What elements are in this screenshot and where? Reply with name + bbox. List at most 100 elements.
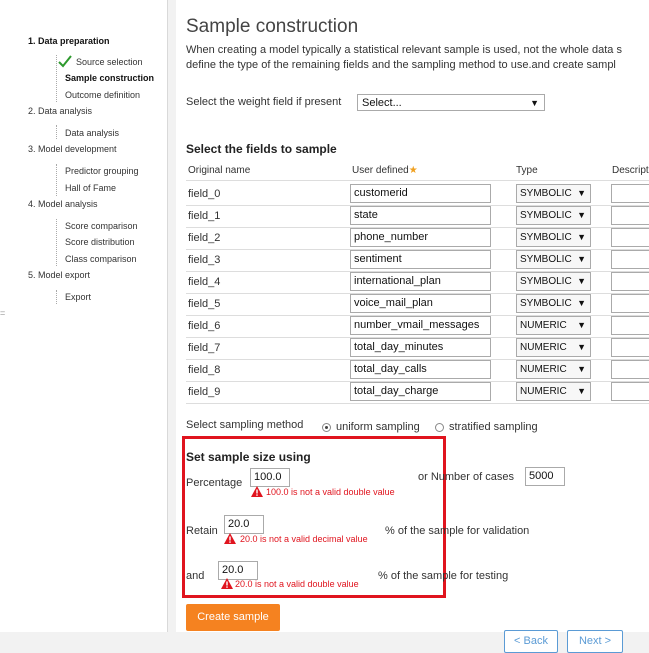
description-input[interactable] [611, 316, 649, 335]
description-input[interactable] [611, 360, 649, 379]
user-defined-input[interactable]: voice_mail_plan [350, 294, 491, 313]
step-class-comparison[interactable]: Class comparison [65, 254, 137, 264]
original-name-cell: field_2 [188, 232, 221, 244]
retain-label: Retain [186, 525, 218, 537]
type-value: SYMBOLIC [520, 254, 572, 265]
dropdown-arrow-icon: ▼ [577, 210, 586, 220]
description-input[interactable] [611, 228, 649, 247]
weight-field-label: Select the weight field if present [186, 96, 342, 108]
type-value: NUMERIC [520, 364, 567, 375]
original-name-cell: field_0 [188, 188, 221, 200]
column-description: Descript [612, 165, 649, 176]
retain-error: 20.0 is not a valid decimal value [240, 534, 368, 544]
original-name-cell: field_7 [188, 342, 221, 354]
user-defined-input[interactable]: international_plan [350, 272, 491, 291]
type-value: SYMBOLIC [520, 232, 572, 243]
type-select[interactable]: SYMBOLIC ▼ [516, 184, 591, 203]
sampling-method-label: Select sampling method [186, 419, 304, 431]
description-input[interactable] [611, 206, 649, 225]
step-predictor-grouping[interactable]: Predictor grouping [65, 166, 139, 176]
type-select[interactable]: SYMBOLIC ▼ [516, 294, 591, 313]
original-name-cell: field_9 [188, 386, 221, 398]
step-score-comparison[interactable]: Score comparison [65, 221, 138, 231]
description-input[interactable] [611, 184, 649, 203]
page-title: Sample construction [186, 16, 359, 37]
column-original-name: Original name [188, 165, 251, 176]
description-input[interactable] [611, 382, 649, 401]
create-sample-button[interactable]: Create sample [186, 604, 280, 631]
user-defined-input[interactable]: number_vmail_messages [350, 316, 491, 335]
type-value: SYMBOLIC [520, 188, 572, 199]
dropdown-arrow-icon: ▼ [577, 298, 586, 308]
number-of-cases-label: or Number of cases [418, 471, 514, 483]
type-select[interactable]: SYMBOLIC ▼ [516, 250, 591, 269]
description-input[interactable] [611, 272, 649, 291]
description-line: define the type of the remaining fields … [186, 59, 616, 71]
description-line: When creating a model typically a statis… [186, 44, 622, 56]
next-button[interactable]: Next > [567, 630, 623, 653]
dropdown-arrow-icon: ▼ [577, 276, 586, 286]
dropdown-arrow-icon: ▼ [577, 342, 586, 352]
type-select[interactable]: NUMERIC ▼ [516, 360, 591, 379]
user-defined-input[interactable]: customerid [350, 184, 491, 203]
radio-uniform-sampling[interactable] [322, 423, 331, 432]
type-select[interactable]: SYMBOLIC ▼ [516, 206, 591, 225]
column-user-defined-label: User defined [352, 165, 409, 176]
type-select[interactable]: NUMERIC ▼ [516, 338, 591, 357]
row-divider [186, 403, 649, 404]
column-user-defined: User defined★ [352, 165, 418, 176]
step-export[interactable]: Export [65, 292, 91, 302]
percentage-input[interactable]: 100.0 [250, 468, 290, 487]
user-defined-input[interactable]: total_day_calls [350, 360, 491, 379]
uniform-sampling-label[interactable]: uniform sampling [336, 421, 420, 433]
splitter-handle[interactable]: = [0, 309, 8, 320]
page-description: When creating a model typically a statis… [186, 43, 622, 73]
type-value: NUMERIC [520, 320, 567, 331]
validation-label: % of the sample for validation [385, 525, 530, 537]
wizard-sidebar: 1. Data preparation Source selection Sam… [0, 0, 168, 632]
original-name-cell: field_6 [188, 320, 221, 332]
warning-icon [224, 533, 236, 544]
step-hall-of-fame[interactable]: Hall of Fame [65, 183, 116, 193]
original-name-cell: field_5 [188, 298, 221, 310]
dropdown-arrow-icon: ▼ [577, 364, 586, 374]
user-defined-input[interactable]: sentiment [350, 250, 491, 269]
step-data-analysis[interactable]: 2. Data analysis [28, 106, 92, 116]
step-data-analysis-sub[interactable]: Data analysis [65, 128, 119, 138]
user-defined-input[interactable]: total_day_minutes [350, 338, 491, 357]
step-model-development[interactable]: 3. Model development [28, 144, 117, 154]
and-label: and [186, 570, 205, 582]
radio-stratified-sampling[interactable] [435, 423, 444, 432]
step-sample-construction[interactable]: Sample construction [65, 73, 154, 83]
description-input[interactable] [611, 294, 649, 313]
step-model-export[interactable]: 5. Model export [28, 270, 90, 280]
number-of-cases-input[interactable]: 5000 [525, 467, 565, 486]
retain-input[interactable]: 20.0 [224, 515, 264, 534]
type-select[interactable]: NUMERIC ▼ [516, 382, 591, 401]
stratified-sampling-label[interactable]: stratified sampling [449, 421, 538, 433]
description-input[interactable] [611, 338, 649, 357]
description-input[interactable] [611, 250, 649, 269]
weight-field-value: Select... [362, 97, 402, 109]
type-select[interactable]: SYMBOLIC ▼ [516, 272, 591, 291]
step-model-analysis[interactable]: 4. Model analysis [28, 199, 98, 209]
user-defined-input[interactable]: state [350, 206, 491, 225]
dropdown-arrow-icon: ▼ [577, 386, 586, 396]
warning-icon [221, 578, 233, 589]
fields-heading: Select the fields to sample [186, 142, 337, 156]
user-defined-input[interactable]: total_day_charge [350, 382, 491, 401]
step-source-selection[interactable]: Source selection [76, 57, 143, 67]
step-data-preparation[interactable]: 1. Data preparation [28, 36, 110, 46]
original-name-cell: field_8 [188, 364, 221, 376]
type-value: SYMBOLIC [520, 298, 572, 309]
step-outcome-definition[interactable]: Outcome definition [65, 90, 140, 100]
weight-field-select[interactable]: Select... ▼ [357, 94, 545, 111]
original-name-cell: field_3 [188, 254, 221, 266]
type-select[interactable]: SYMBOLIC ▼ [516, 228, 591, 247]
sample-size-heading: Set sample size using [186, 450, 311, 464]
step-score-distribution[interactable]: Score distribution [65, 237, 135, 247]
back-button[interactable]: < Back [504, 630, 558, 653]
user-defined-input[interactable]: phone_number [350, 228, 491, 247]
type-select[interactable]: NUMERIC ▼ [516, 316, 591, 335]
original-name-cell: field_4 [188, 276, 221, 288]
